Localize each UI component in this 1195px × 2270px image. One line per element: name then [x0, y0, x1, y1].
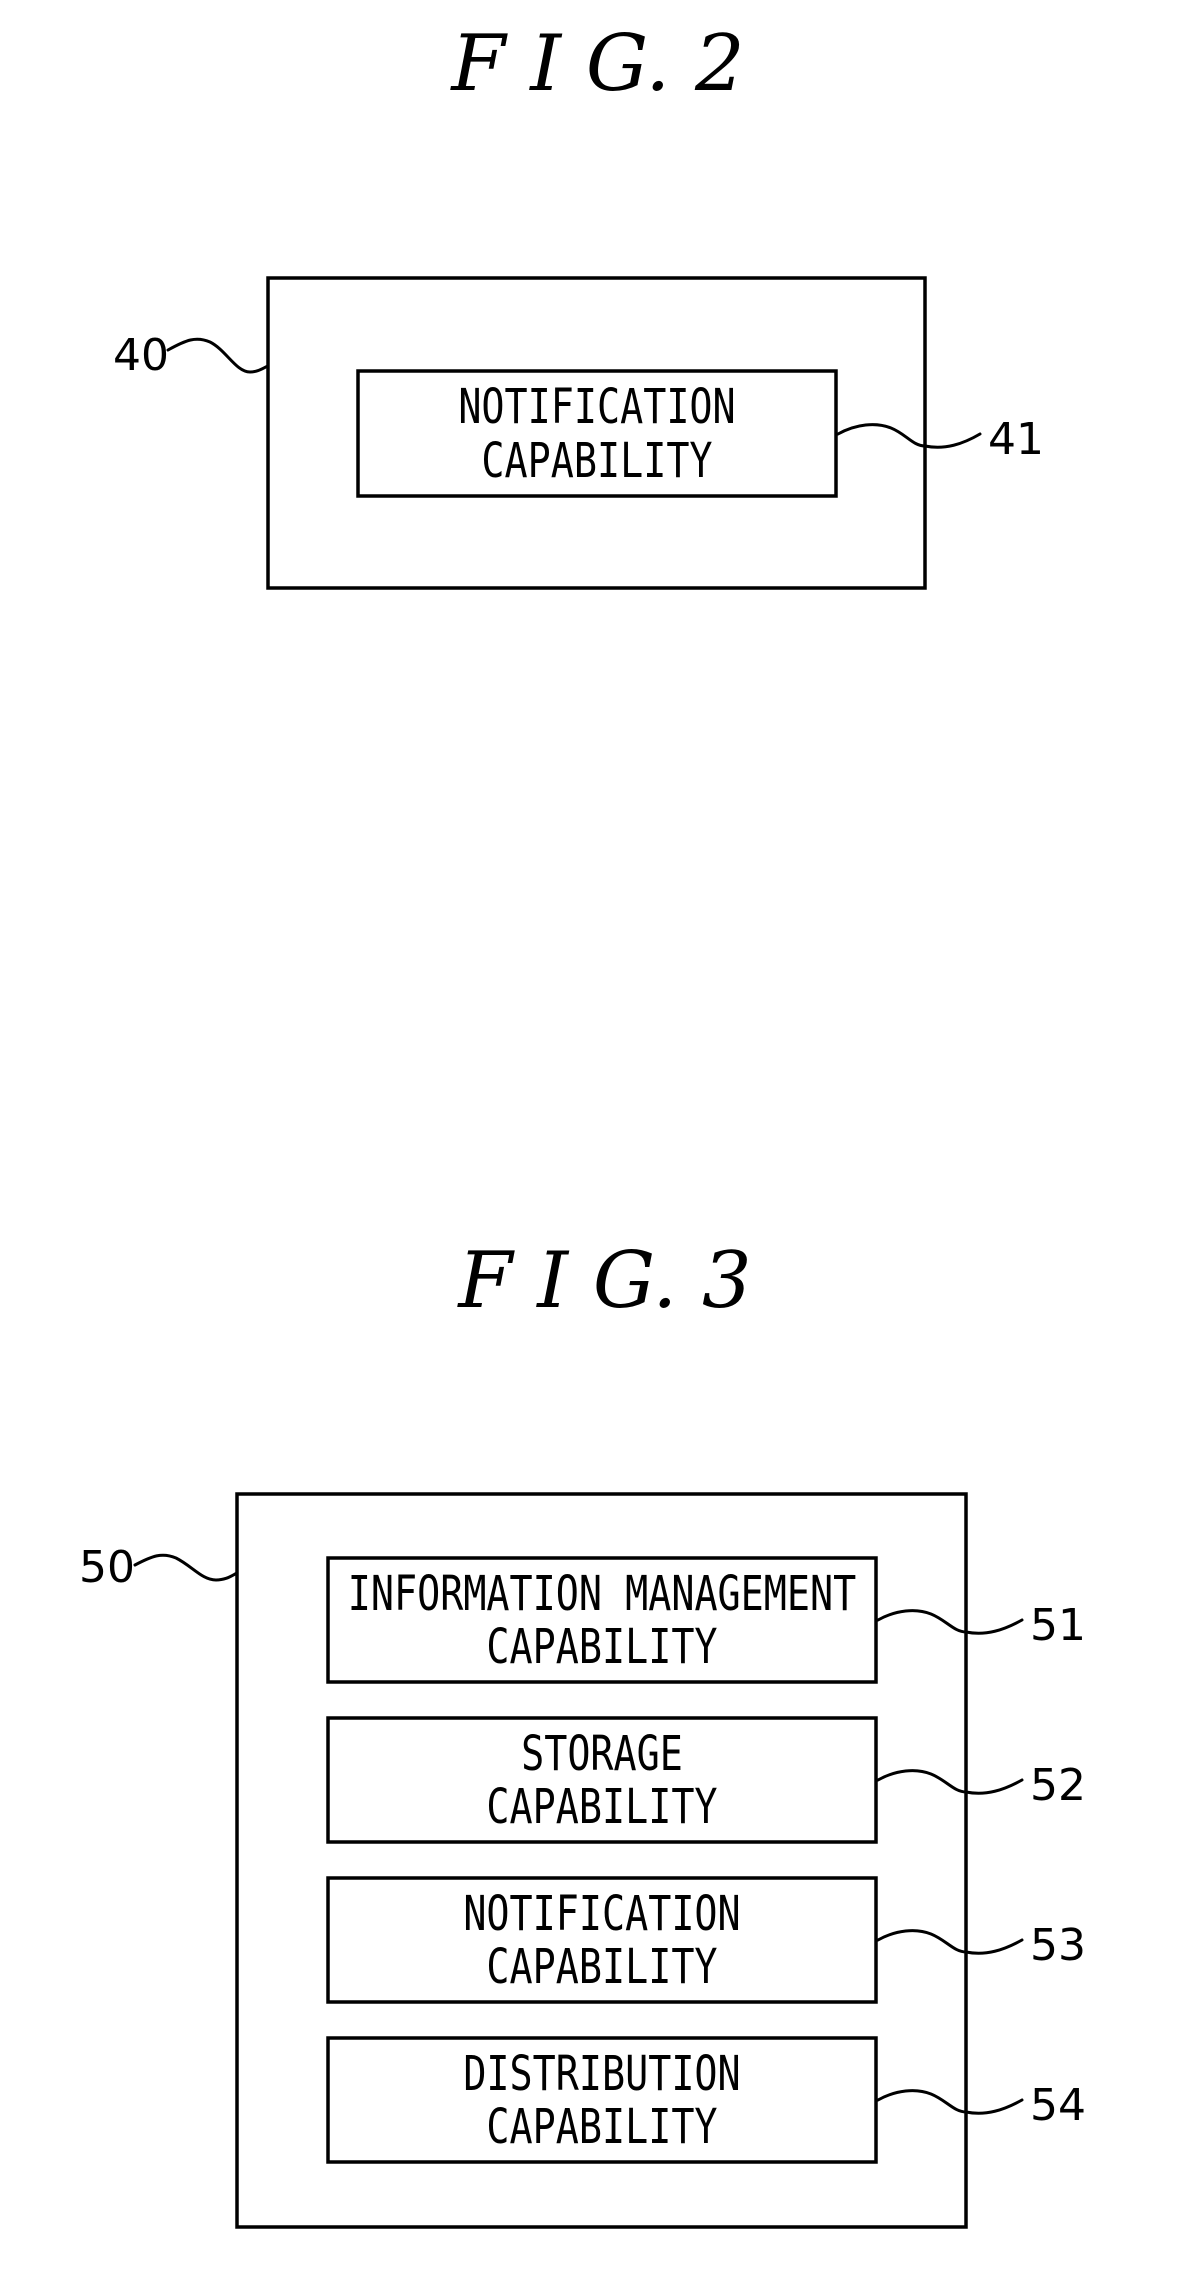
component-label-line: NOTIFICATION — [458, 380, 735, 435]
component-block: INFORMATION MANAGEMENTCAPABILITY 51 — [326, 1556, 1086, 1684]
figure-3: F I G. 3 50 INFORMATION MANAGEMENTCAPABI… — [79, 1236, 1086, 2229]
component-label-line: CAPABILITY — [486, 1620, 717, 1675]
component-label-line: STORAGE — [521, 1727, 683, 1782]
figure-2-container-ref: 40 — [113, 330, 169, 381]
figure-3-components: INFORMATION MANAGEMENTCAPABILITY 51STORAG… — [326, 1556, 1086, 2164]
component-ref: 41 — [988, 414, 1044, 465]
component-label-line: CAPABILITY — [486, 1780, 717, 1835]
component-block: NOTIFICATIONCAPABILITY 53 — [326, 1876, 1086, 2004]
component-leader — [876, 1609, 1024, 1635]
figure-2-title: F I G. 2 — [449, 19, 744, 109]
component-leader — [876, 1769, 1024, 1795]
component-label-line: DISTRIBUTION — [463, 2047, 740, 2102]
figure-3-container-ref: 50 — [79, 1542, 135, 1593]
component-ref: 52 — [1030, 1760, 1086, 1811]
component-label-line: CAPABILITY — [486, 2100, 717, 2155]
patent-drawing-sheet: F I G. 2 40 NOTIFICATIONCAPABILITY 41 F I… — [79, 19, 1086, 2229]
figure-3-title: F I G. 3 — [456, 1236, 751, 1326]
component-leader — [876, 2089, 1024, 2115]
component-leader — [876, 1929, 1024, 1955]
component-ref: 51 — [1030, 1600, 1086, 1651]
figure-3-container-leader — [133, 1553, 239, 1582]
component-label-line: NOTIFICATION — [463, 1887, 740, 1942]
component-block: STORAGECAPABILITY 52 — [326, 1716, 1086, 1844]
component-ref: 53 — [1030, 1920, 1086, 1971]
component-block: DISTRIBUTIONCAPABILITY 54 — [326, 2036, 1086, 2164]
figure-2-components: NOTIFICATIONCAPABILITY 41 — [356, 369, 1044, 498]
component-label-line: CAPABILITY — [486, 1940, 717, 1995]
figure-2-container-leader — [166, 337, 270, 374]
figure-2: F I G. 2 40 NOTIFICATIONCAPABILITY 41 — [113, 19, 1044, 590]
component-ref: 54 — [1030, 2080, 1086, 2131]
component-leader — [836, 423, 982, 449]
component-label-line: INFORMATION MANAGEMENT — [348, 1567, 856, 1622]
component-label-line: CAPABILITY — [481, 434, 712, 489]
component-block: NOTIFICATIONCAPABILITY 41 — [356, 369, 1044, 498]
